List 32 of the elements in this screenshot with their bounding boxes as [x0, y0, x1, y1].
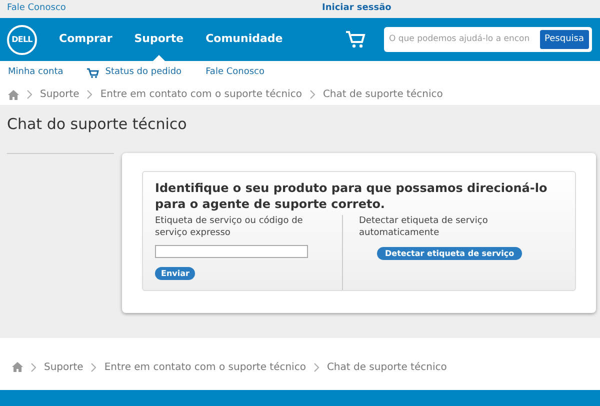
- breadcrumb-link[interactable]: Entre em contato com o suporte técnico: [100, 87, 302, 102]
- breadcrumb-link[interactable]: Suporte: [44, 360, 84, 374]
- home-icon[interactable]: [12, 362, 23, 372]
- nav-tab[interactable]: Comprar: [59, 18, 112, 61]
- card-heading: Identifique o seu produto para que possamos direcioná-lo para o agente de suporte correto.: [155, 180, 548, 212]
- nav-tab[interactable]: Comunidade: [206, 18, 283, 61]
- sub-nav-link[interactable]: Status do pedido: [105, 66, 182, 80]
- cart-icon[interactable]: [346, 31, 366, 48]
- sign-in-link[interactable]: Iniciar sessão: [322, 2, 392, 16]
- chevron-icon: [310, 90, 315, 99]
- breadcrumb-link[interactable]: Suporte: [40, 87, 80, 102]
- logo[interactable]: DELL: [7, 24, 37, 54]
- chevron-icon: [31, 362, 36, 372]
- detect-label: Detectar etiqueta de serviço automaticamente: [359, 214, 489, 238]
- cart-icon: [87, 68, 100, 78]
- field-label: Etiqueta de serviço ou código de serviço expresso: [155, 214, 304, 238]
- sub-nav-link[interactable]: Minha conta: [8, 66, 64, 80]
- service-tag-input[interactable]: [155, 244, 308, 258]
- search-button[interactable]: Pesquisa: [540, 30, 589, 49]
- page-title: Chat do suporte técnico: [6, 114, 188, 135]
- submit-button[interactable]: Enviar: [155, 266, 196, 280]
- home-icon[interactable]: [8, 90, 19, 100]
- contact-link[interactable]: Fale Conosco: [7, 2, 322, 16]
- breadcrumb-link[interactable]: Entre em contato com o suporte técnico: [104, 360, 306, 374]
- search-field[interactable]: O que podemos ajudá-lo a encon: [389, 33, 540, 46]
- chevron-icon: [87, 90, 92, 99]
- sub-nav-link[interactable]: Fale Conosco: [206, 66, 264, 80]
- chevron-icon: [91, 362, 96, 372]
- detect-button[interactable]: Detectar etiqueta de serviço: [377, 246, 522, 260]
- search-bar[interactable]: O que podemos ajudá-lo a encon Pesquisa: [384, 27, 592, 52]
- chevron-icon: [314, 362, 319, 372]
- chevron-icon: [27, 90, 32, 99]
